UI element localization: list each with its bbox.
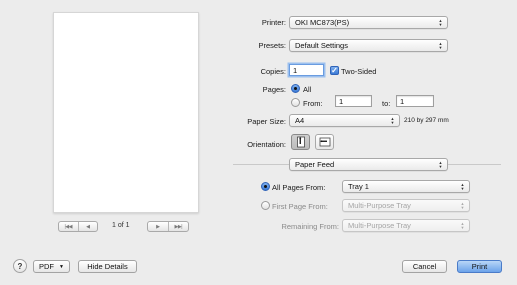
popup-arrows-icon: ▲ ▼ xyxy=(460,221,465,230)
pages-from-label: From: xyxy=(303,99,323,108)
next-page-button[interactable]: ▶ xyxy=(148,222,168,231)
previous-page-button[interactable]: ◀ xyxy=(77,222,98,231)
first-page-button[interactable]: |◀◀ xyxy=(59,222,78,231)
section-separator-right xyxy=(448,164,501,165)
copies-label: Copies: xyxy=(260,67,286,76)
first-page-from-value: Multi-Purpose Tray xyxy=(348,201,411,210)
first-page-from-radio[interactable] xyxy=(261,201,270,210)
two-sided-label: Two-Sided xyxy=(341,67,377,76)
popup-arrows-icon: ▲ ▼ xyxy=(438,160,443,169)
help-icon: ? xyxy=(17,261,23,271)
section-popup-value: Paper Feed xyxy=(295,160,335,169)
landscape-orientation-icon xyxy=(319,137,330,147)
all-pages-from-popup[interactable]: Tray 1 ▲ ▼ xyxy=(342,180,470,193)
two-sided-checkbox[interactable]: ✓ xyxy=(330,66,339,75)
paper-size-dimensions: 210 by 297 mm xyxy=(404,117,449,124)
popup-arrows-icon: ▲ ▼ xyxy=(438,41,443,50)
copies-field[interactable]: 1 xyxy=(289,64,324,76)
presets-value: Default Settings xyxy=(295,41,348,50)
cancel-button[interactable]: Cancel xyxy=(402,260,447,273)
popup-arrows-icon: ▲ ▼ xyxy=(390,116,395,125)
help-button[interactable]: ? xyxy=(13,259,27,273)
presets-label: Presets: xyxy=(258,41,286,50)
first-page-from-label: First Page From: xyxy=(272,202,328,211)
portrait-orientation-icon xyxy=(296,136,305,148)
pages-from-field[interactable]: 1 xyxy=(335,95,372,107)
portrait-orientation-button[interactable] xyxy=(291,134,310,150)
popup-arrows-icon: ▲ ▼ xyxy=(460,201,465,210)
pages-label: Pages: xyxy=(262,85,286,94)
pdf-menu-button[interactable]: PDF ▼ xyxy=(33,260,70,273)
presets-popup[interactable]: Default Settings ▲ ▼ xyxy=(289,39,448,52)
pages-all-radio[interactable] xyxy=(291,84,300,93)
section-popup[interactable]: Paper Feed ▲ ▼ xyxy=(289,158,448,171)
popup-arrows-icon: ▲ ▼ xyxy=(438,18,443,27)
page-count: 1 of 1 xyxy=(112,222,130,229)
first-page-from-popup[interactable]: Multi-Purpose Tray ▲ ▼ xyxy=(342,199,470,212)
pages-to-field[interactable]: 1 xyxy=(396,95,434,107)
all-pages-from-radio[interactable] xyxy=(261,182,270,191)
last-page-button[interactable]: ▶▶| xyxy=(167,222,189,231)
printer-popup[interactable]: OKI MC873(PS) ▲ ▼ xyxy=(289,16,448,29)
paper-size-label: Paper Size: xyxy=(247,117,286,126)
remaining-from-label: Remaining From: xyxy=(281,222,339,231)
dropdown-arrow-icon: ▼ xyxy=(59,263,64,270)
remaining-from-value: Multi-Purpose Tray xyxy=(348,221,411,230)
preview-forward-nav: ▶ ▶▶| xyxy=(147,221,189,232)
paper-size-popup[interactable]: A4 ▲ ▼ xyxy=(289,114,400,127)
hide-details-button[interactable]: Hide Details xyxy=(78,260,137,273)
checkmark-icon: ✓ xyxy=(331,66,338,75)
pages-from-radio[interactable] xyxy=(291,98,300,107)
paper-size-value: A4 xyxy=(295,116,305,125)
remaining-from-popup[interactable]: Multi-Purpose Tray ▲ ▼ xyxy=(342,219,470,232)
section-separator-left xyxy=(233,164,289,165)
pages-all-label: All xyxy=(303,85,312,94)
pdf-label: PDF xyxy=(39,262,54,271)
pages-to-label: to: xyxy=(382,99,391,108)
popup-arrows-icon: ▲ ▼ xyxy=(460,182,465,191)
print-preview-page xyxy=(53,12,199,213)
print-button[interactable]: Print xyxy=(457,260,502,273)
landscape-orientation-button[interactable] xyxy=(315,134,334,150)
preview-back-nav: |◀◀ ◀ xyxy=(58,221,98,232)
orientation-label: Orientation: xyxy=(247,140,286,149)
printer-label: Printer: xyxy=(261,18,286,27)
printer-value: OKI MC873(PS) xyxy=(295,18,350,27)
all-pages-from-label: All Pages From: xyxy=(272,183,326,192)
all-pages-from-value: Tray 1 xyxy=(348,182,369,191)
